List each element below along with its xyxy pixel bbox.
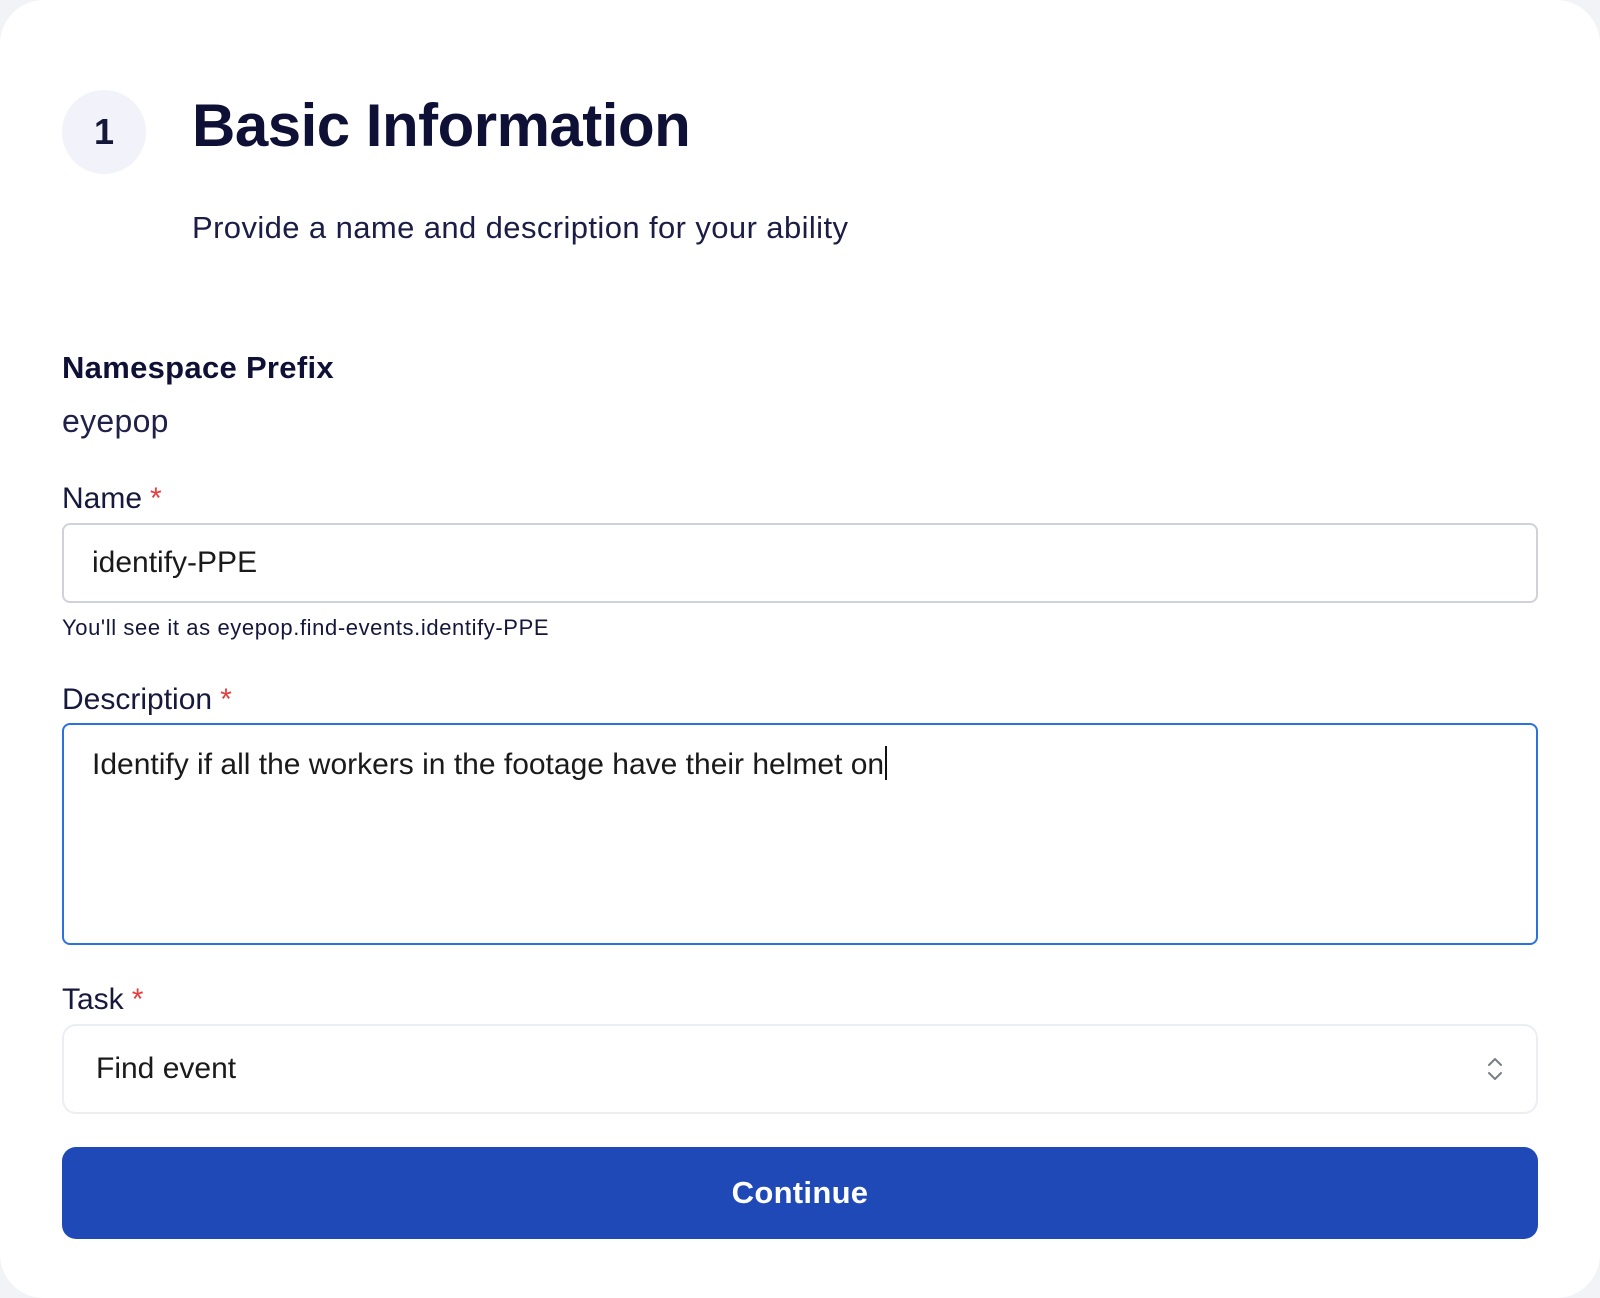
name-label: Name *: [62, 479, 162, 519]
description-text: Identify if all the workers in the foota…: [92, 748, 885, 781]
description-label: Description *: [62, 680, 232, 720]
description-label-text: Description: [62, 683, 213, 716]
name-helper-text: You'll see it as eyepop.find-events.iden…: [62, 615, 550, 640]
task-label-text: Task: [62, 983, 124, 1016]
continue-button[interactable]: Continue: [62, 1147, 1538, 1239]
namespace-prefix-label: Namespace Prefix: [62, 350, 334, 385]
description-textarea[interactable]: Identify if all the workers in the foota…: [62, 723, 1538, 945]
step-number-badge: 1: [62, 90, 146, 174]
basic-information-card: 1 Basic Information Provide a name and d…: [0, 0, 1600, 1298]
task-select-value: Find event: [96, 1052, 237, 1085]
task-required-mark: *: [131, 983, 144, 1016]
description-required-mark: *: [220, 683, 232, 716]
text-caret: [885, 746, 888, 780]
name-label-text: Name: [62, 482, 143, 515]
page-title: Basic Information: [192, 92, 691, 159]
task-label: Task *: [62, 980, 143, 1020]
name-input[interactable]: [62, 523, 1538, 603]
page-subtitle: Provide a name and description for your …: [192, 210, 849, 245]
chevron-up-down-icon: [1484, 1053, 1506, 1085]
task-select[interactable]: Find event: [62, 1024, 1538, 1114]
namespace-prefix-value: eyepop: [62, 403, 169, 439]
name-required-mark: *: [150, 482, 162, 515]
